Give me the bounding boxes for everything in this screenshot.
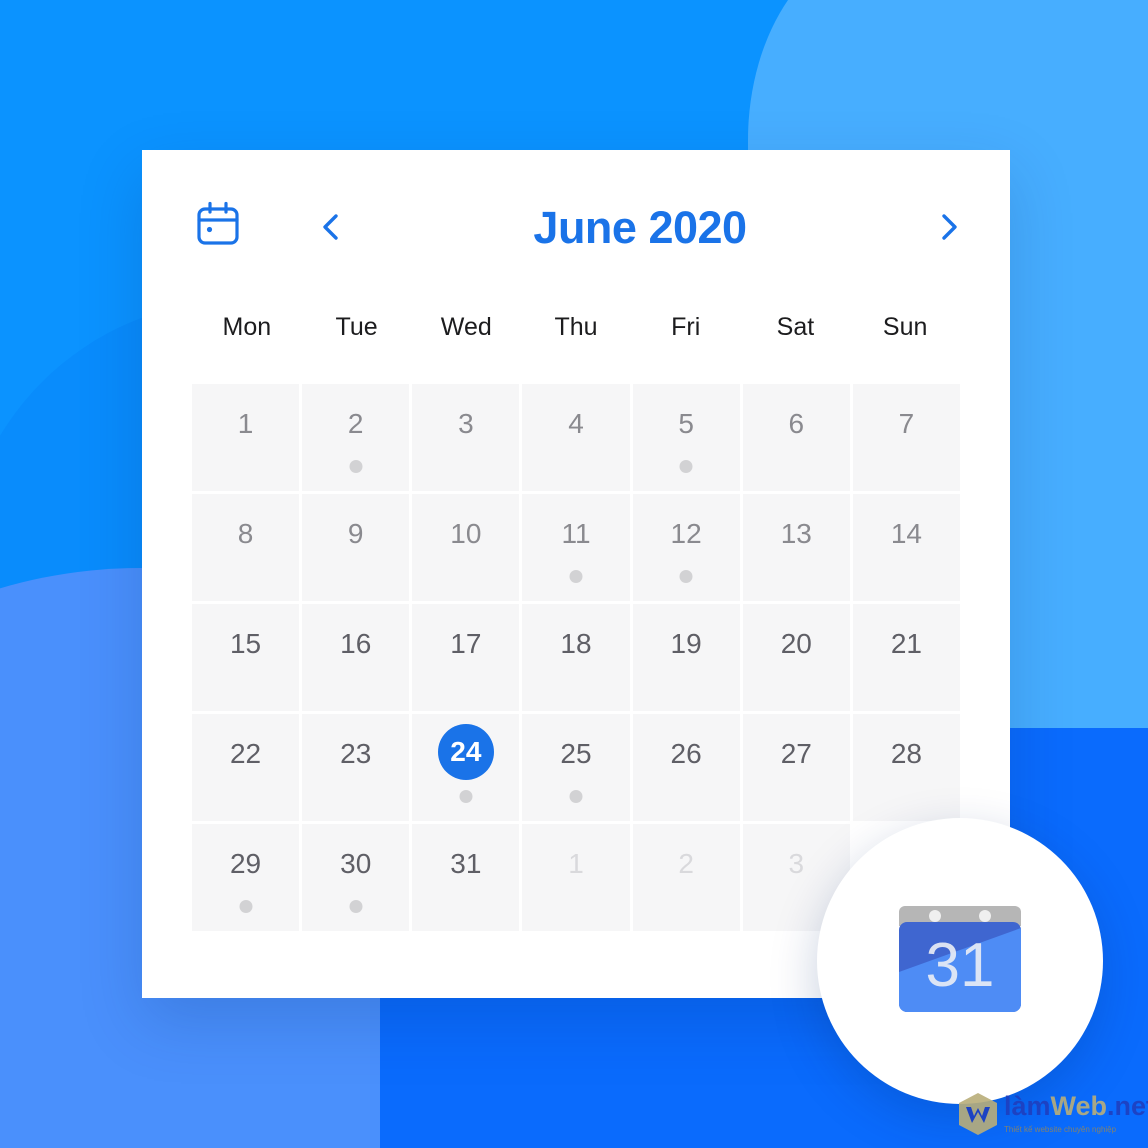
day-cell[interactable]: 23 [302,714,410,821]
day-number: 3 [788,848,805,879]
day-number: 14 [890,518,922,549]
weekday-label: Sat [776,312,815,341]
event-dot-icon [679,460,693,473]
day-cell[interactable]: 22 [192,714,300,821]
day-number: 3 [458,408,474,439]
day-number: 10 [450,518,482,549]
next-month-button[interactable] [926,205,970,249]
day-number: 4 [568,408,584,439]
weekday-label: Tue [335,312,378,341]
event-dot-icon [459,790,473,803]
day-grid: 1 2 3 4 5 6 7 8 9 10 11 12 13 14 15 16 17 18 19 20 21 22 23 24 2… [192,384,960,931]
day-cell[interactable]: 30 [302,824,410,931]
weekday-label: Wed [440,312,492,341]
day-number: 6 [788,408,805,439]
weekday-label: Mon [222,312,272,341]
google-calendar-icon: 31 [899,900,1021,1022]
day-cell[interactable]: 31 [412,824,520,931]
day-cell[interactable]: 15 [192,604,300,711]
calendar-header: June 2020 [142,150,1010,290]
month-navigation: June 2020 [310,194,970,260]
svg-text:31: 31 [926,931,995,1000]
day-cell[interactable]: 2 [302,384,410,491]
day-cell[interactable]: 21 [852,604,960,711]
day-cell[interactable]: 16 [302,604,410,711]
event-dot-icon [239,900,253,913]
event-dot-icon [349,460,363,473]
day-cell[interactable]: 19 [632,604,740,711]
event-dot-icon [569,570,583,583]
day-number: 15 [229,628,262,659]
day-cell[interactable]: 4 [522,384,630,491]
day-cell[interactable]: 18 [522,604,630,711]
day-cell[interactable]: 7 [852,384,960,491]
day-number: 13 [780,518,812,549]
day-cell[interactable]: 9 [302,494,410,601]
day-number: 1 [237,408,254,439]
day-number: 20 [780,628,812,659]
day-cell[interactable]: 17 [412,604,520,711]
day-number: 25 [560,738,592,769]
day-number: 23 [340,738,372,769]
day-cell[interactable]: 25 [522,714,630,821]
day-cell[interactable]: 11 [522,494,630,601]
day-cell[interactable]: 13 [742,494,850,601]
day-cell[interactable]: 1 [522,824,630,931]
day-number: 31 [450,848,482,879]
day-cell[interactable]: 14 [852,494,960,601]
day-cell[interactable]: 6 [742,384,850,491]
day-cell[interactable]: 20 [742,604,850,711]
day-number: 30 [340,848,372,879]
day-cell[interactable]: 8 [192,494,300,601]
day-number: 2 [347,408,364,439]
day-number: 16 [340,628,372,659]
day-number: 28 [890,738,922,769]
day-cell[interactable]: 10 [412,494,520,601]
day-cell[interactable]: 27 [742,714,850,821]
month-year-title: June 2020 [533,201,747,253]
weekday-label: Thu [554,312,598,341]
day-number: 29 [229,848,262,879]
day-number: 22 [229,738,262,769]
day-number: 8 [237,518,254,549]
day-number: 17 [450,628,482,659]
weekday-label: Sun [882,312,928,341]
day-number: 18 [560,628,592,659]
google-calendar-badge[interactable]: 31 [817,818,1103,1104]
day-cell[interactable]: 26 [632,714,740,821]
day-cell[interactable]: 28 [852,714,960,821]
event-dot-icon [679,570,693,583]
day-number: 24 [437,724,494,780]
day-number: 7 [898,408,915,439]
prev-month-button[interactable] [310,205,354,249]
day-number: 2 [678,848,694,879]
calendar-icon[interactable] [194,200,242,248]
day-number: 26 [670,738,702,769]
day-number: 5 [678,408,694,439]
day-cell-selected[interactable]: 24 [412,714,520,821]
screenshot-root: June 2020 Mon Tue Wed Thu Fri Sat Sun 12345678… [0,0,1148,1148]
day-cell[interactable]: 12 [632,494,740,601]
day-number: 11 [561,518,591,549]
day-number: 1 [568,848,584,879]
event-dot-icon [569,790,583,803]
weekday-label: Fri [671,312,701,341]
day-cell[interactable]: 5 [632,384,740,491]
day-cell[interactable]: 29 [192,824,300,931]
day-number: 27 [780,738,812,769]
day-number: 19 [670,628,702,659]
day-number: 9 [347,518,364,549]
event-dot-icon [349,900,363,913]
day-cell[interactable]: 1 [192,384,300,491]
day-cell[interactable]: 3 [412,384,520,491]
day-number: 21 [890,628,922,659]
day-number: 12 [670,518,702,549]
day-cell[interactable]: 2 [632,824,740,931]
weekday-header-row: Mon Tue Wed Thu Fri Sat Sun [192,290,960,364]
